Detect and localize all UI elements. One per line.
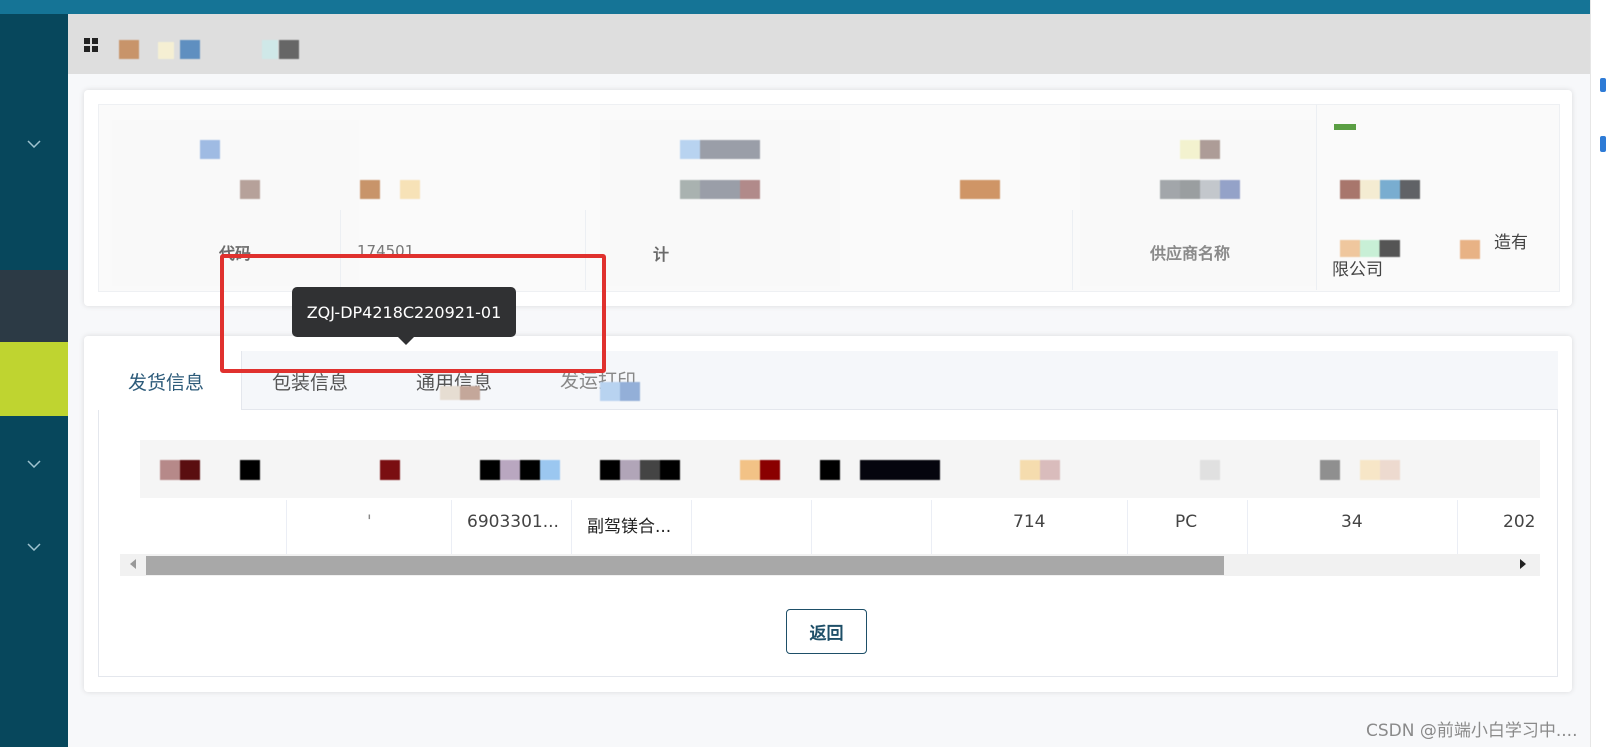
redacted-block xyxy=(360,180,380,199)
redacted-block xyxy=(1320,460,1340,480)
tooltip-arrow xyxy=(397,336,415,345)
table-cell: PC xyxy=(1175,512,1198,532)
info-cell-divider xyxy=(1316,104,1317,290)
table-cell-divider xyxy=(451,500,452,554)
redacted-block xyxy=(740,460,780,480)
tooltip: ZQJ-DP4218C220921-01 xyxy=(292,287,516,337)
table-cell-divider xyxy=(571,500,572,554)
redacted-block xyxy=(240,180,260,199)
table-cell[interactable]: 副驾镁合... xyxy=(587,512,671,537)
sidebar-item-active[interactable] xyxy=(0,342,68,416)
redacted-block xyxy=(480,460,560,480)
breadcrumb-redacted xyxy=(180,40,200,59)
green-arrow-icon xyxy=(1334,124,1356,130)
scrollbar-thumb[interactable] xyxy=(146,556,1224,575)
table-cell-divider xyxy=(1457,500,1458,554)
breadcrumb-redacted xyxy=(262,40,278,59)
redacted-block xyxy=(1200,460,1220,480)
table-cell-divider xyxy=(931,500,932,554)
redacted-block xyxy=(1020,460,1060,480)
redacted-block xyxy=(680,140,760,159)
table-cell: 202 xyxy=(1503,512,1536,532)
tab-shipping-info[interactable]: 发货信息 xyxy=(128,368,204,395)
chevron-down-icon[interactable] xyxy=(22,539,46,555)
right-strip-marker xyxy=(1600,78,1606,92)
info-label-supplier: 供应商名称 xyxy=(1150,244,1231,263)
redacted-block xyxy=(600,460,680,480)
table-row xyxy=(120,500,1540,555)
redacted-block xyxy=(1360,460,1400,480)
redacted-block xyxy=(380,460,400,480)
chevron-down-icon[interactable] xyxy=(22,456,46,472)
table-cell-divider xyxy=(1127,500,1128,554)
table-cell-divider xyxy=(691,500,692,554)
table-cell-divider xyxy=(811,500,812,554)
breadcrumb-redacted xyxy=(158,42,174,59)
scroll-left-icon[interactable] xyxy=(130,559,136,569)
redacted-block xyxy=(1180,140,1220,159)
redacted-block xyxy=(200,140,220,159)
table-cell: ' xyxy=(367,512,372,532)
redacted-block xyxy=(680,180,760,199)
redacted-block xyxy=(440,386,480,400)
table-cell: 714 xyxy=(1013,512,1046,532)
redacted-block xyxy=(860,460,940,480)
breadcrumb-redacted xyxy=(119,40,139,59)
back-button[interactable]: 返回 xyxy=(786,609,867,654)
watermark: CSDN @前端小白学习中.... xyxy=(1366,721,1578,741)
redacted-block xyxy=(1340,180,1420,199)
table-cell[interactable]: 6903301... xyxy=(467,512,559,532)
table-cell: 34 xyxy=(1341,512,1363,532)
redacted-block xyxy=(600,382,640,401)
table-cell-divider xyxy=(1247,500,1248,554)
table-cell-divider xyxy=(286,500,287,554)
info-value-supplier-line2: 限公司 xyxy=(1332,260,1383,280)
grid-menu-icon[interactable] xyxy=(84,38,98,52)
info-value-supplier-line1: 造有 xyxy=(1494,233,1528,253)
redacted-block xyxy=(960,180,1000,199)
top-bar xyxy=(0,0,1590,14)
right-strip-marker xyxy=(1600,136,1606,152)
redacted-block xyxy=(400,180,420,199)
redacted-block xyxy=(1460,240,1480,259)
sidebar xyxy=(0,14,68,747)
chevron-down-icon[interactable] xyxy=(22,136,46,152)
redacted-block xyxy=(820,460,840,480)
scroll-right-icon[interactable] xyxy=(1520,559,1526,569)
redacted-block xyxy=(1160,180,1240,199)
right-strip xyxy=(1590,0,1614,747)
redacted-block xyxy=(160,460,200,480)
redacted-block xyxy=(240,460,260,480)
breadcrumb-redacted xyxy=(279,40,299,59)
info-label-plan: 计 xyxy=(653,245,670,264)
info-cell-divider xyxy=(1072,210,1073,290)
